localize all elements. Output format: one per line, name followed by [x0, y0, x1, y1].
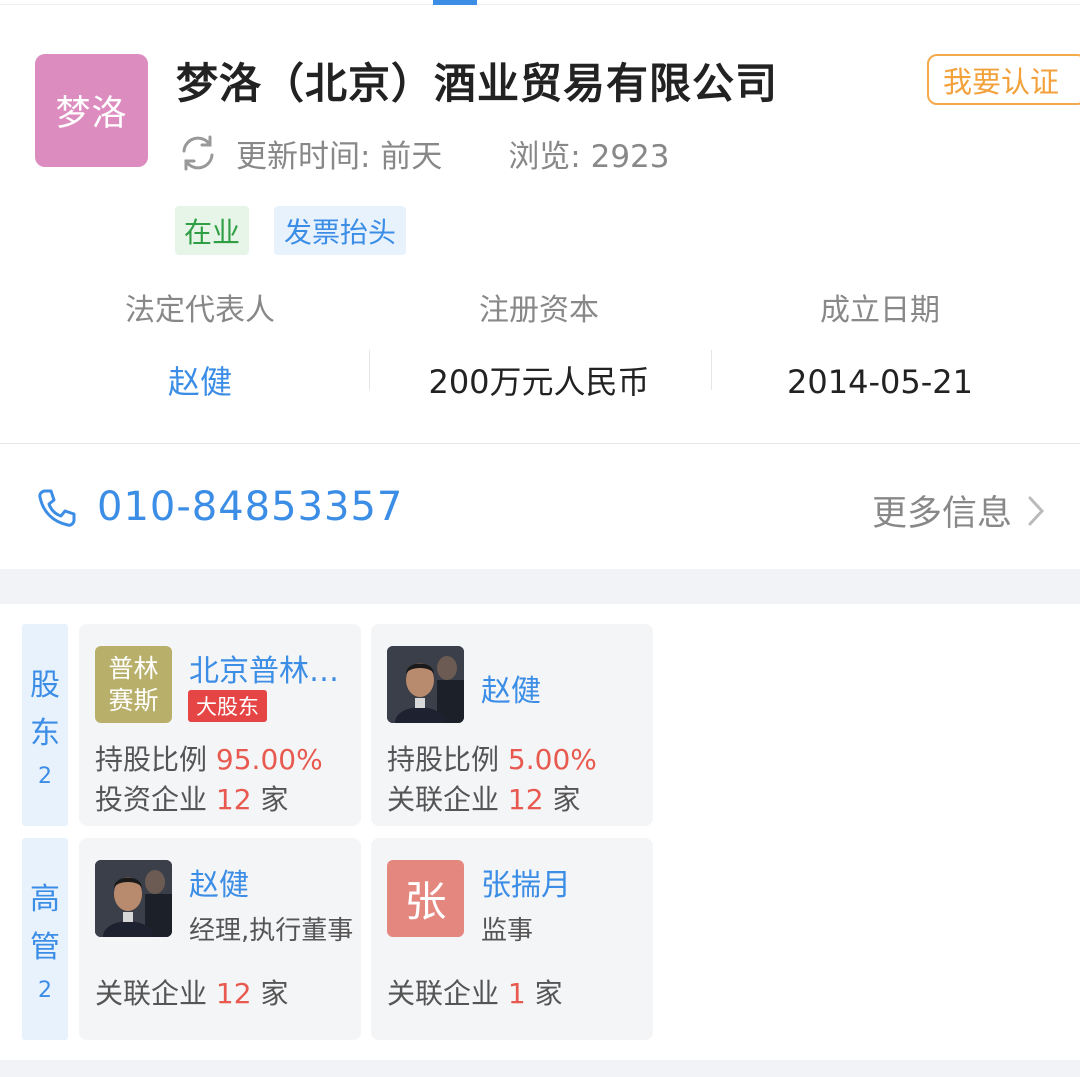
ratio-label: 持股比例 [387, 743, 500, 776]
founded-value: 2014-05-21 [787, 363, 973, 401]
executive-avatar: 张 [387, 860, 464, 937]
shareholder-name[interactable]: 赵健 [481, 666, 541, 710]
update-time: 更新时间: 前天 [236, 138, 443, 175]
related-label: 关联企业 [387, 783, 500, 816]
shareholding-ratio: 持股比例 95.00% [95, 738, 323, 778]
executives-section-label[interactable]: 高 管 2 [22, 838, 68, 1040]
related-companies: 投资企业 12 家 [95, 778, 288, 818]
legal-rep-label: 法定代表人 [125, 293, 275, 328]
ratio-value: 5.00% [507, 743, 597, 776]
executives-label-char: 高 [30, 881, 60, 917]
company-name: 梦洛（北京）酒业贸易有限公司 [176, 59, 779, 108]
person-photo-avatar [95, 860, 172, 937]
related-label: 投资企业 [95, 783, 208, 816]
executive-role: 监事 [481, 916, 534, 946]
person-photo-avatar [387, 646, 464, 723]
founded-label: 成立日期 [820, 293, 940, 328]
shareholder-card[interactable]: 赵健 持股比例 5.00% 关联企业 12 家 [371, 624, 653, 826]
phone-number-link[interactable]: 010-84853357 [97, 484, 403, 530]
founded-date: 成立日期 2014-05-21 [710, 290, 1050, 404]
shareholding-ratio: 持股比例 5.00% [387, 738, 597, 778]
related-label: 关联企业 [387, 977, 500, 1010]
related-count: 12 [507, 783, 544, 816]
related-companies: 关联企业 12 家 [387, 778, 580, 818]
executive-role: 经理,执行董事 [189, 916, 354, 946]
more-info-label: 更多信息 [871, 494, 1012, 534]
avatar-text: 张 [404, 877, 447, 926]
legal-rep-link[interactable]: 赵健 [30, 360, 370, 404]
active-tab-indicator [433, 0, 477, 5]
executives-count: 2 [38, 977, 52, 1003]
related-unit: 家 [552, 783, 581, 816]
shareholder-card[interactable]: 普林 赛斯 北京普林… 大股东 持股比例 95.00% 投资企业 12 家 [79, 624, 361, 826]
major-shareholder-badge: 大股东 [188, 690, 267, 722]
bottom-separator [0, 1060, 1080, 1077]
executives-label-char: 管 [30, 929, 60, 965]
meta-row: 更新时间: 前天 浏览: 2923 [176, 130, 670, 176]
executive-card[interactable]: 张 张揣月 监事 关联企业 1 家 [371, 838, 653, 1040]
capital-label: 注册资本 [479, 293, 599, 328]
view-count: 浏览: 2923 [508, 138, 670, 175]
company-logo-text: 梦洛 [55, 94, 128, 134]
related-companies: 关联企业 1 家 [387, 972, 563, 1012]
related-unit: 家 [260, 783, 289, 816]
executive-name[interactable]: 张揣月 [481, 860, 571, 904]
status-badge: 在业 [175, 206, 249, 255]
registered-capital: 注册资本 200万元人民币 [369, 290, 709, 404]
related-label: 关联企业 [95, 977, 208, 1010]
ratio-label: 持股比例 [95, 743, 208, 776]
certify-button[interactable]: 我要认证 [927, 54, 1080, 105]
capital-value: 200万元人民币 [428, 363, 650, 401]
refresh-icon[interactable] [176, 131, 220, 175]
company-logo: 梦洛 [35, 54, 148, 167]
shareholders-count: 2 [38, 763, 52, 789]
executive-card[interactable]: 赵健 经理,执行董事 关联企业 12 家 [79, 838, 361, 1040]
shareholder-avatar: 普林 赛斯 [95, 646, 172, 723]
shareholders-section-label[interactable]: 股 东 2 [22, 624, 68, 826]
related-count: 12 [215, 783, 252, 816]
related-companies: 关联企业 12 家 [95, 972, 288, 1012]
phone-icon[interactable] [36, 487, 78, 529]
legal-representative: 法定代表人 赵健 [30, 290, 370, 404]
shareholders-label-char: 股 [30, 667, 60, 703]
related-unit: 家 [260, 977, 289, 1010]
invoice-header-tag[interactable]: 发票抬头 [274, 206, 406, 255]
section-separator [0, 569, 1080, 604]
related-unit: 家 [534, 977, 563, 1010]
section-divider [0, 443, 1080, 444]
top-divider [0, 4, 1080, 5]
related-count: 1 [507, 977, 526, 1010]
shareholder-name[interactable]: 北京普林… [189, 646, 339, 690]
executive-name[interactable]: 赵健 [189, 860, 249, 904]
avatar-text-line: 普林 [108, 653, 159, 683]
ratio-value: 95.00% [215, 743, 323, 776]
more-info-button[interactable]: 更多信息 [872, 485, 1046, 536]
related-count: 12 [215, 977, 252, 1010]
avatar-text-line: 赛斯 [108, 685, 159, 715]
shareholders-label-char: 东 [30, 715, 60, 751]
chevron-right-icon [1026, 494, 1046, 528]
